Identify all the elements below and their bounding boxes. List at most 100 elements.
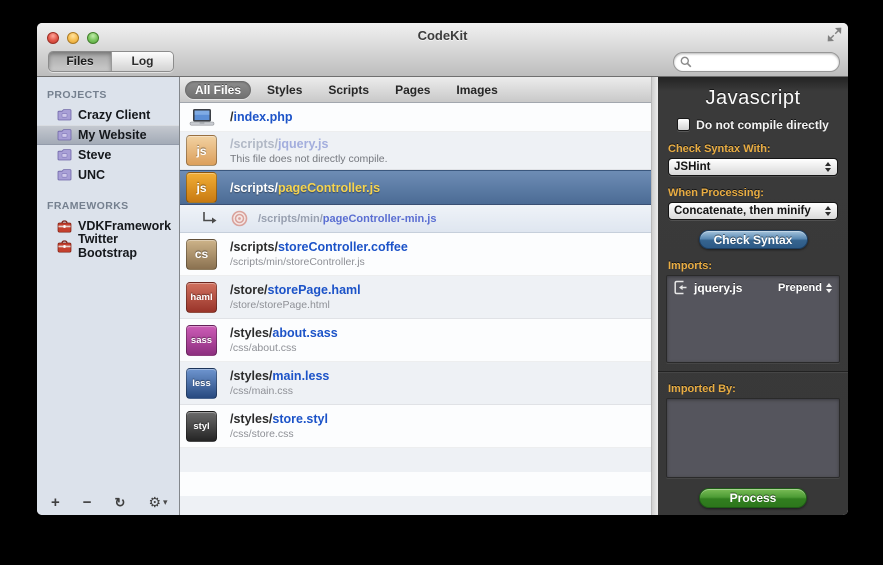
refresh-button[interactable]: ↻: [115, 496, 126, 509]
filter-tabbar: All Files Styles Scripts Pages Images: [180, 77, 658, 103]
view-segmented-control: Files Log: [48, 51, 174, 72]
sidebar-item-label: Crazy Client: [78, 108, 151, 122]
process-button[interactable]: Process: [699, 488, 807, 508]
toolbox-icon: [57, 219, 72, 233]
imported-by-label: Imported By:: [668, 383, 736, 395]
file-subtitle: /css/about.css: [230, 342, 297, 354]
sidebar-item-my-website[interactable]: My Website: [37, 125, 179, 145]
file-name: main.less: [272, 369, 330, 383]
file-path-prefix: /styles/: [230, 326, 273, 340]
file-name: storeController.coffee: [277, 240, 408, 254]
gear-icon: ⚙: [148, 493, 161, 510]
search-field[interactable]: [673, 52, 840, 72]
check-syntax-label: Check Syntax With:: [668, 143, 771, 155]
filetype-badge-haml: haml: [186, 281, 217, 313]
window-title: CodeKit: [417, 28, 468, 43]
sidebar-section-header: FRAMEWORKS: [47, 200, 129, 212]
sidebar-item-twitter-bootstrap[interactable]: Twitter Bootstrap: [37, 232, 179, 260]
stepper-arrows-icon: [824, 205, 832, 217]
import-name: jquery.js: [694, 280, 743, 295]
check-syntax-button[interactable]: Check Syntax: [698, 230, 808, 249]
tab-images[interactable]: Images: [446, 81, 507, 99]
file-row-about-sass[interactable]: sass/styles/about.sass/css/about.css: [180, 319, 651, 362]
imports-list: jquery.js Prepend: [666, 275, 840, 363]
sidebar: PROJECTS Crazy Client My Website Steve UNC FR…: [37, 77, 180, 515]
settings-menu-button[interactable]: ⚙ ▾: [148, 494, 167, 511]
file-rows: /index.php js/scripts/jquery.js This file …: [180, 103, 658, 515]
compile-checkbox[interactable]: [677, 118, 691, 131]
caret-down-icon: ▾: [163, 496, 168, 507]
sidebar-section-frameworks: FRAMEWORKS VDKFramework Twitter Bootstrap: [37, 200, 179, 260]
imported-by-list: [666, 398, 840, 478]
segment-files[interactable]: Files: [49, 52, 111, 71]
folder-icon: [57, 169, 72, 181]
segment-log[interactable]: Log: [111, 52, 173, 71]
app-window: CodeKit Files Log PROJECTS Crazy Client My …: [37, 23, 848, 515]
stepper-arrows-icon: [825, 282, 833, 294]
folder-icon: [57, 149, 72, 161]
folder-icon: [57, 109, 72, 121]
file-name: jquery.js: [277, 136, 329, 151]
tab-scripts[interactable]: Scripts: [318, 81, 379, 99]
import-mode-stepper[interactable]: Prepend: [778, 282, 833, 294]
import-icon: [673, 280, 688, 295]
laptop-icon: [186, 108, 217, 127]
sidebar-footer: + − ↻ ⚙ ▾: [37, 489, 179, 515]
filetype-badge-js: js: [186, 135, 217, 166]
search-input[interactable]: [692, 55, 839, 69]
import-row-jquery-js[interactable]: jquery.js Prepend: [667, 276, 839, 299]
inspector-panel: Javascript Do not compile directly Check…: [658, 77, 848, 515]
check-syntax-select[interactable]: JSHint: [668, 158, 838, 176]
file-name: about.sass: [272, 326, 338, 340]
file-row-pagecontroller-min-js[interactable]: /scripts/min/pageController-min.js: [180, 205, 651, 233]
check-syntax-value: JSHint: [674, 161, 711, 173]
file-row-storecontroller-coffee[interactable]: cs/scripts/storeController.coffee/script…: [180, 233, 651, 276]
file-path-prefix: /scripts/: [230, 136, 278, 151]
file-subtitle: /css/main.css: [230, 385, 294, 397]
scrollbar-track[interactable]: [651, 77, 658, 515]
file-path-prefix: /store/: [230, 283, 268, 297]
sidebar-sections: PROJECTS Crazy Client My Website Steve UNC FR…: [37, 77, 179, 489]
file-row-jquery-js[interactable]: js/scripts/jquery.js This file does not d…: [180, 132, 651, 170]
fullscreen-icon[interactable]: [827, 27, 843, 43]
sidebar-item-label: Twitter Bootstrap: [78, 232, 138, 260]
file-row-storepage-haml[interactable]: haml/store/storePage.haml/store/storePag…: [180, 276, 651, 319]
toolbox-icon: [57, 239, 72, 253]
tab-pages[interactable]: Pages: [385, 81, 440, 99]
tab-all-files[interactable]: All Files: [185, 80, 252, 99]
section-divider: [658, 371, 848, 372]
when-processing-select[interactable]: Concatenate, then minify: [668, 202, 838, 220]
empty-row-stripe: [180, 448, 651, 472]
add-project-button[interactable]: +: [51, 495, 60, 510]
main-content: PROJECTS Crazy Client My Website Steve UNC FR…: [37, 77, 848, 515]
filetype-badge-js: js: [186, 172, 217, 203]
file-row-main-less[interactable]: less/styles/main.less/css/main.css: [180, 362, 651, 405]
empty-row-stripe: [180, 472, 651, 496]
filetype-badge-sass: sass: [186, 324, 217, 356]
sidebar-item-label: UNC: [78, 168, 106, 182]
file-name: index.php: [233, 110, 293, 124]
file-path-prefix: /styles/: [230, 369, 273, 383]
file-list-pane: All Files Styles Scripts Pages Images /index…: [180, 77, 658, 515]
sidebar-item-label: Steve: [78, 148, 112, 162]
imports-label: Imports:: [668, 260, 712, 272]
sidebar-item-label: VDKFramework: [78, 219, 172, 233]
file-row-index-php[interactable]: /index.php: [180, 103, 651, 132]
stepper-arrows-icon: [824, 161, 832, 173]
file-subtitle: This file does not directly compile.: [230, 152, 388, 165]
remove-project-button[interactable]: −: [83, 495, 92, 510]
file-name: store.styl: [272, 412, 328, 426]
file-name: storePage.haml: [267, 283, 361, 297]
sidebar-item-crazy-client[interactable]: Crazy Client: [37, 105, 179, 125]
when-processing-label: When Processing:: [668, 187, 764, 199]
tab-styles[interactable]: Styles: [257, 81, 312, 99]
when-processing-value: Concatenate, then minify: [674, 205, 811, 217]
file-row-store-styl[interactable]: styl/styles/store.styl/css/store.css: [180, 405, 651, 448]
folder-icon: [57, 129, 72, 141]
file-row-pagecontroller-js[interactable]: js/scripts/pageController.js: [180, 170, 651, 205]
empty-row-stripe: [180, 496, 651, 515]
sidebar-item-steve[interactable]: Steve: [37, 145, 179, 165]
sidebar-item-unc[interactable]: UNC: [37, 165, 179, 185]
search-icon: [680, 56, 692, 68]
file-subtitle: /scripts/min/storeController.js: [230, 256, 365, 268]
